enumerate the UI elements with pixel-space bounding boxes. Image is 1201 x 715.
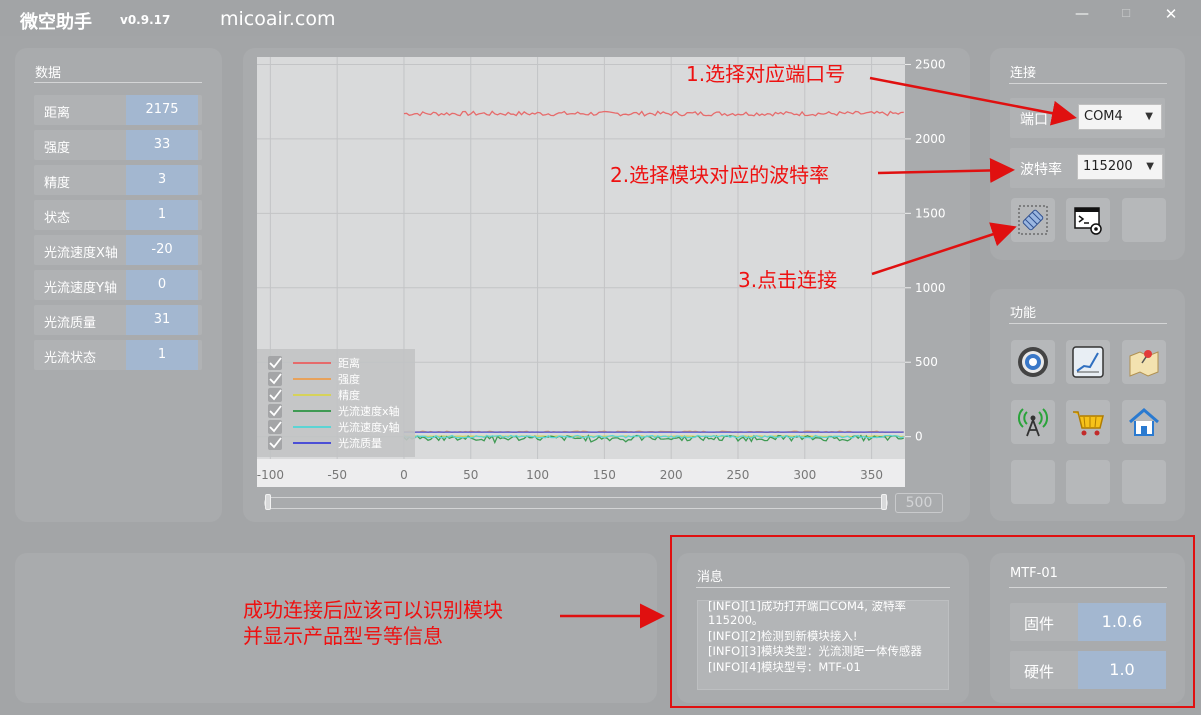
arrow-to-port	[869, 76, 1077, 126]
arrow-to-baud	[877, 157, 1015, 183]
annotation-arrows	[560, 76, 1077, 629]
arrow-to-connect	[871, 222, 1017, 276]
